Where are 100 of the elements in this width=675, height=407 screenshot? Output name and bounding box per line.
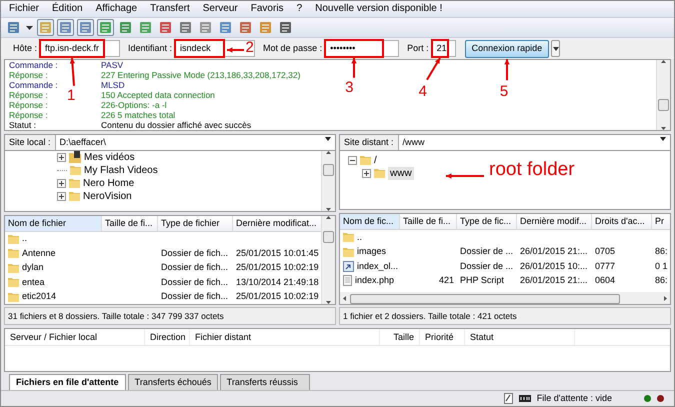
log-message: 227 Entering Passive Mode (213,186,33,208,172,32) [101,70,300,80]
menu-item[interactable]: Serveur [202,3,238,16]
column-header[interactable]: Priorité [420,329,465,346]
file-name[interactable]: .. [22,233,28,244]
tab[interactable]: Transferts échoués [128,374,218,390]
menu-item[interactable]: Favoris [250,3,284,16]
column-header[interactable]: Nom de fic... [340,214,400,230]
table-cell: 25/01/2015 10:01:45 [236,248,319,258]
column-header[interactable]: Dernière modif... [517,214,592,230]
log-label: Réponse : [9,100,48,110]
table-cell: 26/01/2015 10:... [520,260,588,271]
tree-item[interactable]: NeroVision [83,190,132,203]
column-header[interactable]: Droits d'ac... [592,214,652,230]
column-header[interactable]: Serveur / Fichier local [5,329,145,346]
folder-icon [343,246,354,257]
binary-icon [518,394,531,402]
annotation-number: 5 [500,84,508,99]
tree-item[interactable]: Mes vidéos [84,150,135,164]
table-cell: 0 1 [655,260,668,271]
collapse-toggle[interactable] [348,156,357,165]
expand-toggle[interactable] [362,168,371,178]
highlight-box [174,39,226,58]
folder-icon [8,234,19,244]
file-name[interactable]: .. [357,232,362,243]
table-cell: 0777 [595,260,616,271]
tree-item[interactable]: / [374,154,377,167]
caret-icon [552,46,559,51]
menu-item[interactable]: Transfert [150,3,190,16]
menu-item[interactable]: Affichage [96,3,138,16]
column-header[interactable]: Pr [652,214,670,230]
menu-item[interactable]: Édition [52,3,83,16]
tree-item[interactable]: Nero Home [83,176,134,190]
table-cell: 25/01/2015 10:02:19 [236,291,319,302]
menu-item[interactable]: Fichier [9,3,40,16]
toolbar-button[interactable] [57,19,74,36]
file-name[interactable]: index.php [355,275,394,286]
annotation-number: 3 [345,80,354,95]
log-label: Commande : [9,60,58,70]
highlight-box [430,39,449,58]
table-cell: Dossier de ... [460,246,514,256]
file-name[interactable]: etic2014 [22,291,56,302]
expand-toggle[interactable] [57,178,66,188]
folder-icon [374,168,385,178]
activity-light [644,394,651,402]
toolbar-icon [239,21,252,34]
scroll-down-icon [326,301,331,304]
menu-item[interactable]: ? [296,3,302,16]
shortcut-icon [343,260,354,272]
column-header[interactable]: Nom de fichier [5,216,102,231]
annotation-label: root folder [489,160,575,179]
tree-item[interactable]: www [388,166,414,180]
column-header[interactable]: Taille de fi... [400,214,457,230]
log-message: 226 5 matches total [101,110,176,120]
folder-icon [70,165,81,176]
column-header[interactable]: Fichier distant [190,329,380,346]
folder-icon [8,277,19,288]
folder-icon [343,232,354,242]
expand-toggle[interactable] [57,152,66,162]
column-header[interactable]: Type de fichier [158,216,233,231]
toolbar-icon [259,21,272,34]
toolbar-icon [159,21,172,34]
table-cell: 86: [655,275,668,286]
column-header[interactable]: Statut [465,329,575,346]
toolbar-icon [179,21,192,34]
folder-icon [8,292,19,302]
log-message: MLSD [101,80,125,90]
scroll-left-icon [343,296,346,302]
log-message: PASV [101,60,124,70]
column-header[interactable]: Direction [145,329,190,346]
toolbar-button[interactable] [97,19,114,36]
local-summary: 31 fichiers et 8 dossiers. Taille totale : 347 799 337 octets [4,307,336,326]
file-name[interactable]: entea [22,276,45,288]
column-header[interactable]: Taille de fi... [102,216,158,231]
scroll-down-icon [661,127,666,130]
column-header[interactable]: Taille [380,329,420,346]
tab[interactable]: Transferts réussis [220,374,310,390]
field-label: Identifiant : [128,43,172,54]
scroll-down-icon [326,208,331,211]
log-label: Réponse : [9,110,48,120]
toolbar-icon [119,21,132,34]
dropdown-button[interactable] [551,40,560,58]
file-name[interactable]: dylan [22,262,44,274]
tree-item[interactable]: My Flash Videos [84,164,158,177]
folder-icon [69,191,80,202]
file-name[interactable]: images [357,246,386,258]
log-label: Réponse : [9,70,48,80]
file-name[interactable]: index_ol... [357,260,398,272]
highlight-box [39,39,106,58]
quick-connect-button[interactable]: Connexion rapide [464,40,550,58]
toolbar-button[interactable] [77,19,94,36]
expand-toggle[interactable] [57,192,66,201]
log-message: 226-Options: -a -l [101,100,167,110]
folder-icon [69,178,80,188]
file-name[interactable]: Antenne [22,248,56,259]
annotation-number: 4 [418,84,427,99]
tab[interactable]: Fichiers en file d'attente [9,374,126,390]
scroll-right-icon [664,296,667,302]
toolbar-icon [59,21,72,34]
column-header[interactable]: Type de fic... [457,214,517,230]
menu-item[interactable]: Nouvelle version disponible ! [315,3,442,16]
